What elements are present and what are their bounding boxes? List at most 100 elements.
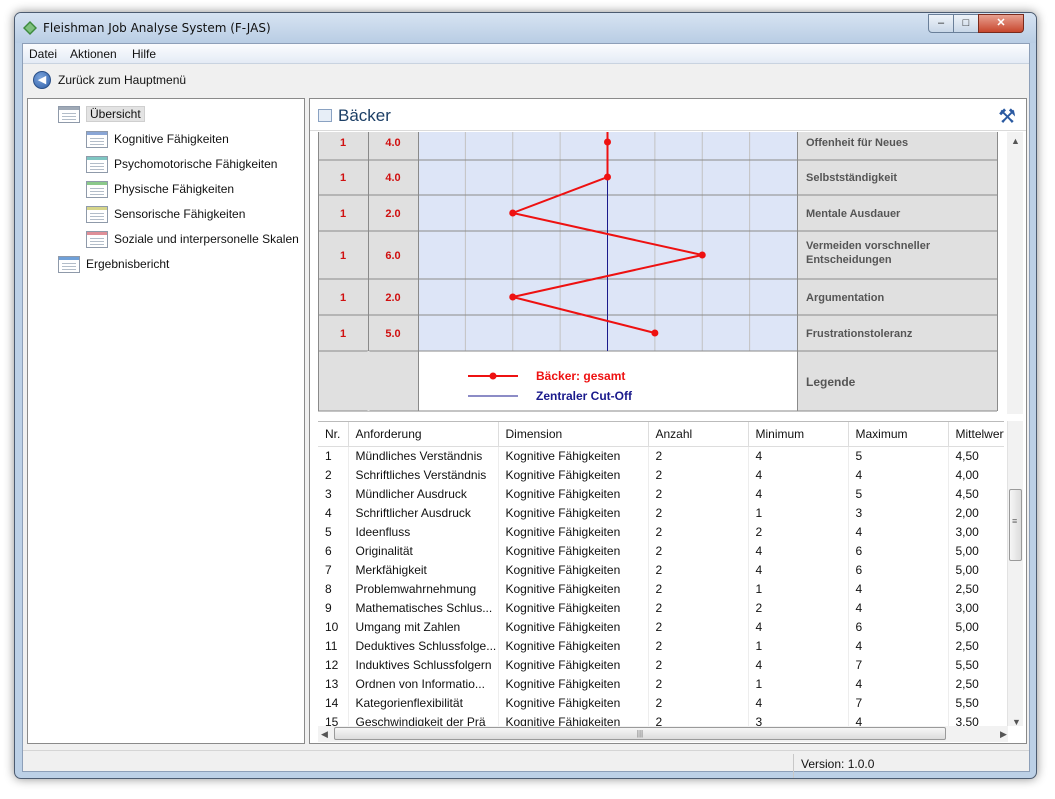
- close-button[interactable]: ✕: [978, 14, 1024, 33]
- row-count-label: 1: [340, 328, 346, 340]
- column-header[interactable]: Maximum: [848, 422, 949, 447]
- maximize-button[interactable]: □: [953, 14, 979, 33]
- scroll-down-arrow-icon[interactable]: ▼: [1012, 717, 1021, 727]
- table-cell: 6: [848, 617, 949, 636]
- table-row[interactable]: 9 Mathematisches Schlus... Kognitive Fähig…: [318, 598, 1004, 617]
- table-horizontal-scrollbar[interactable]: ◀ ||| ▶: [318, 726, 1008, 742]
- table-cell: 14: [318, 693, 349, 712]
- table-row[interactable]: 12 Induktives Schlussfolgern Kognitive Fäh…: [318, 655, 1004, 674]
- table-cell: 2: [318, 465, 349, 484]
- table-cell: Merkfähigkeit: [348, 560, 499, 579]
- minimize-button[interactable]: –: [928, 14, 954, 33]
- row-value-label: 6.0: [385, 250, 400, 262]
- vertical-scroll-thumb[interactable]: [1009, 489, 1022, 561]
- menu-aktionen[interactable]: Aktionen: [70, 47, 117, 61]
- table-cell: 4: [848, 598, 949, 617]
- table-cell: Geschwindigkeit der Prä: [348, 712, 499, 726]
- column-header[interactable]: Nr.: [318, 422, 349, 447]
- tools-icon[interactable]: ⚒: [998, 104, 1016, 129]
- table-cell: Kognitive Fähigkeiten: [498, 465, 649, 484]
- column-header[interactable]: Anzahl: [648, 422, 749, 447]
- table-cell: Kognitive Fähigkeiten: [498, 541, 649, 560]
- row-value-label: 2.0: [385, 208, 400, 220]
- table-cell: 2: [648, 579, 749, 598]
- table-cell: Kognitive Fähigkeiten: [498, 560, 649, 579]
- data-point: [509, 293, 517, 301]
- table-cell: 3: [848, 503, 949, 522]
- table-cell: Kognitive Fähigkeiten: [498, 712, 649, 726]
- table-cell: 5,00: [948, 560, 1004, 579]
- row-count-label: 1: [340, 292, 346, 304]
- table-cell: 2,00: [948, 503, 1004, 522]
- table-row[interactable]: 1 Mündliches Verständnis Kognitive Fähigke…: [318, 446, 1004, 465]
- tree-item-label: Kognitive Fähigkeiten: [114, 132, 229, 146]
- table-cell: 2: [648, 446, 749, 465]
- table-cell: 3: [748, 712, 849, 726]
- table-row[interactable]: 2 Schriftliches Verständnis Kognitive Fähi…: [318, 465, 1004, 484]
- table-vertical-scrollbar[interactable]: ▼: [1007, 421, 1023, 727]
- table-row[interactable]: 13 Ordnen von Informatio... Kognitive Fähi…: [318, 674, 1004, 693]
- back-button-label: Zurück zum Hauptmenü: [58, 73, 187, 87]
- table-cell: 4: [848, 579, 949, 598]
- tree-item-psychomotor[interactable]: Psychomotorische Fähigkeiten: [86, 153, 277, 175]
- data-point: [604, 138, 611, 146]
- sensory-document-icon: [86, 205, 108, 223]
- table-cell: 15: [318, 712, 349, 726]
- table-cell: 12: [318, 655, 349, 674]
- tree-item-physical[interactable]: Physische Fähigkeiten: [86, 178, 234, 200]
- row-category-label: Mentale Ausdauer: [806, 208, 901, 220]
- table-cell: Kognitive Fähigkeiten: [498, 598, 649, 617]
- table-cell: Umgang mit Zahlen: [348, 617, 499, 636]
- table-cell: 2: [648, 712, 749, 726]
- table-cell: 2: [648, 598, 749, 617]
- scroll-right-arrow-icon[interactable]: ▶: [1000, 729, 1007, 740]
- table-row[interactable]: 6 Originalität Kognitive Fähigkeiten 2 4 6 5,0…: [318, 541, 1004, 560]
- table-cell: 6: [848, 541, 949, 560]
- scroll-up-arrow-icon[interactable]: ▲: [1011, 136, 1020, 146]
- chart-scrollbar[interactable]: ▲: [1007, 132, 1023, 414]
- table-cell: 2: [648, 503, 749, 522]
- tree-item-sensory[interactable]: Sensorische Fähigkeiten: [86, 203, 245, 225]
- table-row[interactable]: 7 Merkfähigkeit Kognitive Fähigkeiten 2 4 6 5,…: [318, 560, 1004, 579]
- menu-datei[interactable]: Datei: [29, 47, 57, 61]
- table-row[interactable]: 10 Umgang mit Zahlen Kognitive Fähigkeiten…: [318, 617, 1004, 636]
- table-cell: Kognitive Fähigkeiten: [498, 674, 649, 693]
- table-row[interactable]: 3 Mündlicher Ausdruck Kognitive Fähigkeite…: [318, 484, 1004, 503]
- table-cell: 4: [748, 560, 849, 579]
- table-row[interactable]: 14 Kategorienflexibilität Kognitive Fähigk…: [318, 693, 1004, 712]
- version-label: Version: 1.0.0: [801, 757, 875, 771]
- table-cell: 5: [848, 446, 949, 465]
- horizontal-scroll-thumb[interactable]: |||: [334, 727, 946, 740]
- scroll-left-arrow-icon[interactable]: ◀: [321, 729, 328, 740]
- tree-item-social[interactable]: Soziale und interpersonelle Skalen: [86, 228, 299, 250]
- menu-bar: Datei Aktionen Hilfe: [23, 44, 1029, 64]
- back-to-main-menu-button[interactable]: ◀ Zurück zum Hauptmenü: [33, 71, 186, 89]
- table-cell: 5,50: [948, 693, 1004, 712]
- column-header[interactable]: Dimension: [498, 422, 649, 447]
- menu-hilfe[interactable]: Hilfe: [132, 47, 156, 61]
- table-cell: 2: [648, 693, 749, 712]
- legend-cutoff-label: Zentraler Cut-Off: [536, 389, 633, 403]
- table-cell: 2: [748, 522, 849, 541]
- profile-document-icon: [318, 109, 332, 122]
- table-cell: 2: [648, 560, 749, 579]
- table-row[interactable]: 11 Deduktives Schlussfolge... Kognitive Fä…: [318, 636, 1004, 655]
- column-header[interactable]: Anforderung: [348, 422, 499, 447]
- table-cell: 2: [648, 655, 749, 674]
- tree-item-cognitive[interactable]: Kognitive Fähigkeiten: [86, 128, 229, 150]
- table-row[interactable]: 8 Problemwahrnehmung Kognitive Fähigkeiten…: [318, 579, 1004, 598]
- table-row[interactable]: 5 Ideenfluss Kognitive Fähigkeiten 2 2 4 3,00: [318, 522, 1004, 541]
- tree-item-report[interactable]: Ergebnisbericht: [58, 253, 169, 275]
- table-cell: 4: [748, 465, 849, 484]
- table-row[interactable]: 15 Geschwindigkeit der Prä Kognitive Fähig…: [318, 712, 1004, 726]
- table-cell: Ordnen von Informatio...: [348, 674, 499, 693]
- data-point: [509, 209, 517, 217]
- column-header[interactable]: Minimum: [748, 422, 849, 447]
- table-cell: 4,50: [948, 446, 1004, 465]
- row-category-label: Vermeiden vorschneller: [806, 240, 931, 252]
- column-header[interactable]: Mittelwert: [948, 422, 1004, 447]
- tree-item-overview[interactable]: Übersicht: [58, 103, 145, 125]
- row-category-label: Argumentation: [806, 292, 885, 304]
- table-row[interactable]: 4 Schriftlicher Ausdruck Kognitive Fähigke…: [318, 503, 1004, 522]
- profile-chart: 1 4.0 Offenheit für Neues 1 4.0 Selbstständig…: [318, 132, 1008, 414]
